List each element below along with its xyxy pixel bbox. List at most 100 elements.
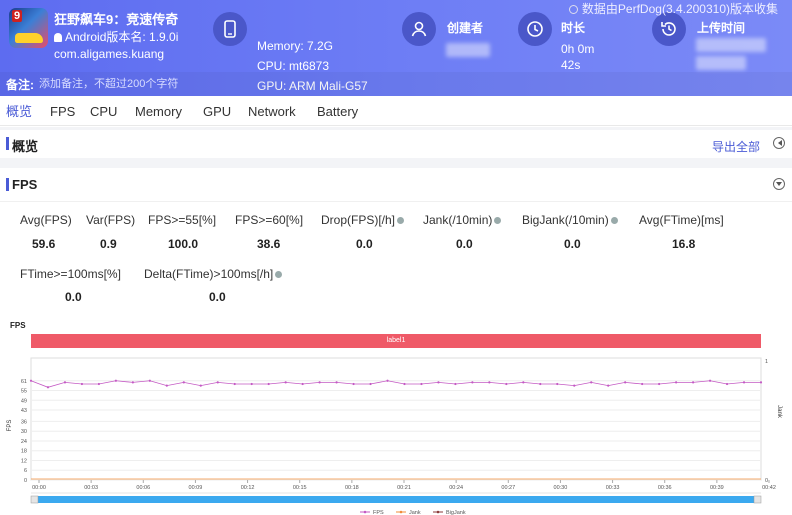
- fps-point: [335, 381, 338, 384]
- fps-point: [607, 384, 610, 387]
- x-tick-label: 00:21: [397, 485, 411, 491]
- fps-point: [590, 381, 593, 384]
- fps-point: [454, 382, 457, 386]
- y-tick-label: 24: [21, 439, 27, 445]
- collapse-overview-button[interactable]: [773, 137, 785, 149]
- fps-point: [46, 386, 50, 389]
- upload-time-redacted: [696, 38, 766, 52]
- export-all-link[interactable]: 导出全部: [712, 138, 760, 155]
- x-tick-label: 00:36: [658, 485, 672, 491]
- y-axis-label: FPS: [7, 420, 13, 432]
- x-tick-label: 00:15: [293, 485, 307, 491]
- fps-point: [148, 379, 151, 382]
- history-icon: [652, 12, 686, 46]
- y-tick-label: 18: [21, 449, 27, 455]
- x-tick-label: 00:12: [241, 485, 255, 491]
- tab-battery[interactable]: Battery: [317, 96, 358, 126]
- y2-tick-label: 1: [765, 359, 768, 365]
- help-icon[interactable]: [610, 217, 618, 224]
- metric-drop-value: 0.0: [356, 237, 373, 251]
- tab-overview[interactable]: 概览: [6, 96, 32, 126]
- help-icon[interactable]: [397, 217, 405, 224]
- metric-avg-ftime-value: 16.8: [672, 237, 696, 251]
- fps-point: [641, 382, 644, 386]
- fps-point: [725, 382, 729, 386]
- remark-input[interactable]: [39, 75, 439, 92]
- fps-point: [437, 381, 440, 384]
- y-tick-label: 36: [21, 419, 27, 425]
- metric-fps60-value: 38.6: [257, 237, 281, 251]
- memory-info: Memory: 7.2G: [257, 39, 334, 53]
- y-tick-label: 49: [21, 398, 27, 404]
- x-tick-label: 00:27: [501, 485, 515, 491]
- tab-memory[interactable]: Memory: [135, 96, 182, 126]
- x-tick-label: 00:42: [762, 485, 776, 491]
- fps-point: [318, 381, 321, 384]
- fps-point: [182, 381, 185, 384]
- overview-title: 概览: [12, 139, 39, 154]
- fps-point: [522, 381, 525, 384]
- y-tick-label: 55: [21, 389, 27, 395]
- fps-point: [267, 382, 270, 386]
- clock-icon: [518, 12, 552, 46]
- creator-redacted: [446, 43, 490, 57]
- source-note: 数据由PerfDog(3.4.200310)版本收集: [568, 0, 778, 17]
- fps-point: [131, 381, 134, 384]
- fps-point: [675, 381, 678, 384]
- fps-point: [114, 379, 117, 382]
- upload-time-redacted-2: [696, 56, 746, 70]
- fps-point: [63, 381, 67, 384]
- app-icon: 9: [9, 8, 48, 48]
- fps-point: [386, 379, 389, 382]
- y-tick-label: 6: [24, 468, 27, 474]
- tab-network[interactable]: Network: [248, 96, 296, 126]
- y-tick-label: 30: [21, 429, 27, 435]
- metric-delta-ftime-label: Delta(FTime)>100ms[/h]: [144, 267, 283, 281]
- metric-avg-fps-value: 59.6: [32, 237, 56, 251]
- metric-avg-fps-label: Avg(FPS): [20, 213, 72, 227]
- metric-ftime100-value: 0.0: [65, 290, 82, 304]
- tab-cpu[interactable]: CPU: [90, 96, 117, 126]
- help-icon[interactable]: [275, 271, 283, 278]
- metric-jank-value: 0.0: [456, 237, 473, 251]
- collapse-fps-button[interactable]: [773, 178, 785, 190]
- zoom-handle-left: [30, 495, 39, 504]
- fps-point: [352, 382, 355, 386]
- fps-point: [301, 382, 304, 386]
- fps-point: [759, 381, 763, 384]
- fps-point: [369, 382, 372, 386]
- metric-var-fps-value: 0.9: [100, 237, 117, 251]
- fps-point: [403, 382, 406, 386]
- metric-ftime100-label: FTime>=100ms[%]: [20, 267, 121, 281]
- metric-fps60-label: FPS>=60[%]: [235, 213, 304, 227]
- fps-point: [420, 382, 423, 386]
- tab-gpu[interactable]: GPU: [203, 96, 231, 126]
- chart-zoom-slider: [31, 496, 761, 503]
- plot-frame: [30, 357, 762, 481]
- y-tick-label: 43: [21, 408, 27, 414]
- x-tick-label: 00:33: [606, 485, 620, 491]
- fps-point: [539, 382, 542, 386]
- y-tick-label: 12: [21, 458, 27, 464]
- fps-chart[interactable]: 0 6 12 18 24 30 36 43 49 55 61 0 1 FPS Jank 00:00 00:03 0…: [0, 316, 792, 515]
- tab-bar: 概览 FPS CPU Memory GPU Network Battery: [0, 96, 792, 126]
- legend-label: BigJank: [446, 510, 466, 515]
- fps-point: [471, 381, 474, 384]
- fps-point: [742, 381, 746, 384]
- fps-point: [505, 382, 508, 386]
- legend-label: FPS: [373, 510, 384, 515]
- creator-label: 创建者: [447, 21, 484, 35]
- fps-section-header: FPS: [0, 168, 792, 202]
- legend-marker: [436, 510, 440, 514]
- remark-bar: 备注:: [0, 72, 792, 96]
- help-icon[interactable]: [494, 217, 502, 224]
- fps-point: [165, 384, 168, 387]
- fps-point: [216, 381, 219, 384]
- remark-label: 备注:: [6, 78, 34, 92]
- fps-point: [284, 381, 287, 384]
- x-tick-label: 00:24: [449, 485, 463, 491]
- tab-fps[interactable]: FPS: [50, 96, 75, 126]
- metric-bigjank-label: BigJank(/10min): [522, 213, 618, 227]
- fps-point: [658, 382, 661, 386]
- x-tick-label: 00:00: [32, 485, 46, 491]
